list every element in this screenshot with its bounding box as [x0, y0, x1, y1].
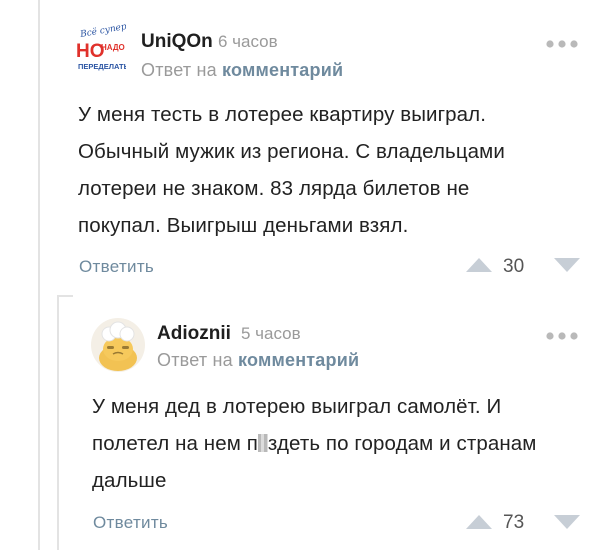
avatar-logo-line3: НАДО	[101, 43, 125, 52]
upvote-arrow-icon[interactable]	[466, 258, 492, 277]
reply-button[interactable]: Ответить	[93, 513, 168, 533]
reply-to-line: Ответ на комментарий	[157, 350, 359, 371]
comment-text-line: полетел на нем п здеть по городам и стран…	[92, 425, 536, 462]
comment-text-fragment: здеть по городам и странам	[267, 432, 537, 455]
comment-text-line: лотереи не знаком. 83 лярда билетов не	[78, 177, 470, 200]
comment-text-line: покупал. Выигрыш деньгами взял.	[78, 214, 409, 237]
comment-text-fragment: полетел на нем п	[92, 432, 258, 455]
avatar-logo: Всё супер! НО НАДО ПЕРЕДЕЛАТЬ	[76, 21, 131, 71]
censor-blur	[257, 434, 268, 452]
more-dots-icon[interactable]	[545, 36, 579, 54]
avatar-logo-line4: ПЕРЕДЕЛАТЬ	[78, 62, 126, 71]
avatar[interactable]	[91, 318, 145, 372]
reply-to-line: Ответ на комментарий	[141, 60, 343, 81]
reply-to-prefix: Ответ на	[157, 350, 233, 370]
vote-score: 73	[503, 512, 525, 533]
comment-author[interactable]: Adioznii	[157, 323, 231, 345]
comment-text-line: У меня тесть в лотерее квартиру выиграл.	[78, 103, 487, 126]
upvote-arrow-icon[interactable]	[466, 515, 492, 534]
reply-button[interactable]: Ответить	[79, 257, 154, 277]
comment-time: 5 часов	[241, 324, 301, 343]
reply-to-prefix: Ответ на	[141, 60, 217, 80]
comment-text-line: дальше	[92, 469, 167, 492]
thread-line-outer	[38, 0, 40, 550]
comment-text: У меня тесть в лотерее квартиру выиграл.…	[78, 96, 505, 244]
thread-line-inner	[57, 295, 59, 550]
avatar-logo-line1: Всё супер!	[79, 22, 126, 40]
vote-score: 30	[503, 256, 525, 277]
comment-text-line: У меня дед в лотерею выиграл самолёт. И	[92, 395, 502, 418]
thread-branch-connector	[57, 295, 73, 297]
downvote-arrow-icon[interactable]	[554, 258, 580, 277]
comment-time: 6 часов	[218, 32, 278, 51]
downvote-arrow-icon[interactable]	[554, 515, 580, 534]
avatar[interactable]: Всё супер! НО НАДО ПЕРЕДЕЛАТЬ	[72, 21, 131, 76]
comment-author[interactable]: UniQOn	[141, 31, 213, 53]
avatar-cartoon	[91, 318, 145, 372]
more-dots-icon[interactable]	[545, 328, 579, 346]
reply-to-link[interactable]: комментарий	[222, 60, 343, 80]
reply-to-link[interactable]: комментарий	[238, 350, 359, 370]
comment-text: У меня дед в лотерею выиграл самолёт. И …	[92, 388, 536, 499]
comment-text-line: Обычный мужик из региона. С владельцами	[78, 140, 505, 163]
